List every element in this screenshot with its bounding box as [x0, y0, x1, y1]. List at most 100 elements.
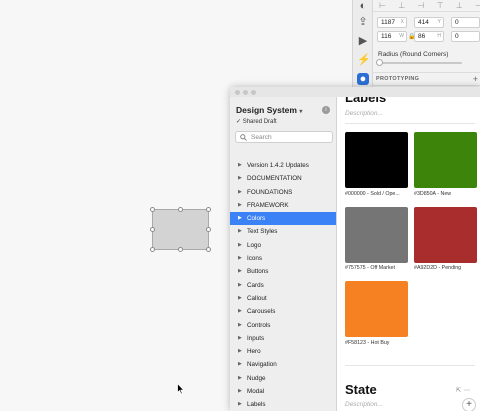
disclosure-triangle-icon[interactable]: ▶ — [238, 159, 242, 172]
sidebar-item[interactable]: ▶ Version 1.4.2 Updates — [230, 159, 336, 172]
color-swatch[interactable] — [345, 132, 408, 188]
sidebar-item[interactable]: ▶ Controls — [230, 319, 336, 332]
disclosure-triangle-icon[interactable]: ▶ — [238, 292, 242, 305]
search-box[interactable] — [235, 131, 333, 143]
swatch-label: #F58123 - Hot Buy — [345, 340, 390, 346]
sidebar-item[interactable]: ▶ Inputs — [230, 332, 336, 345]
disclosure-triangle-icon[interactable]: ▶ — [238, 372, 242, 385]
selected-rectangle[interactable] — [152, 209, 209, 250]
play-icon[interactable]: ▶ — [357, 35, 369, 47]
prototyping-section[interactable]: PROTOTYPING + — [372, 72, 480, 86]
labels-description[interactable]: Description... — [345, 110, 383, 117]
disclosure-triangle-icon[interactable]: ▶ — [238, 398, 242, 411]
sidebar-item-label: Navigation — [247, 361, 277, 369]
more-icon[interactable]: ⋯ — [464, 388, 473, 394]
add-icon[interactable]: + — [473, 74, 478, 84]
disclosure-triangle-icon[interactable]: ▶ — [238, 332, 242, 345]
mouse-cursor-icon — [177, 383, 185, 395]
disclosure-triangle-icon[interactable]: ▶ — [238, 225, 242, 238]
resize-handle[interactable] — [150, 227, 155, 232]
x-position-field[interactable]: 1187 X — [377, 17, 407, 28]
sidebar-item[interactable]: ▶ Hero — [230, 345, 336, 358]
disclosure-triangle-icon[interactable]: ▶ — [238, 265, 242, 278]
disclosure-triangle-icon[interactable]: ▶ — [238, 385, 242, 398]
close-window-button[interactable] — [235, 90, 240, 95]
sidebar-item[interactable]: ▶ Colors — [230, 212, 336, 226]
sidebar-item-label: FOUNDATIONS — [247, 188, 293, 196]
resize-handle[interactable] — [206, 227, 211, 232]
sidebar-item[interactable]: ▶ Icons — [230, 252, 336, 265]
library-window: Design System ▾ i ✓ Shared Draft ▶ Versio… — [230, 87, 480, 411]
resize-handle[interactable] — [206, 207, 211, 212]
rotation-value: 0 — [455, 19, 459, 26]
sidebar-item[interactable]: ▶ DOCUMENTATION — [230, 172, 336, 185]
sidebar-item-label: Labels — [247, 401, 266, 409]
add-button[interactable]: + — [462, 398, 476, 411]
sidebar-item[interactable]: ▶ Text Styles — [230, 225, 336, 238]
prototype-icon[interactable]: ● — [357, 73, 369, 85]
export-icon[interactable]: ⇪ — [357, 16, 369, 28]
resize-handle[interactable] — [178, 247, 183, 252]
color-swatch[interactable] — [345, 207, 408, 263]
page-list: ▶ Version 1.4.2 Updates ▶ DOCUMENTATION ▶ FOU… — [230, 159, 336, 411]
disclosure-triangle-icon[interactable]: ▶ — [238, 212, 242, 225]
sidebar-item-label: Version 1.4.2 Updates — [247, 162, 309, 169]
sidebar-item[interactable]: ▶ Callout — [230, 292, 336, 305]
search-input[interactable] — [251, 133, 329, 142]
height-field[interactable]: 86 H — [414, 31, 444, 42]
disclosure-triangle-icon[interactable]: ▶ — [238, 172, 242, 185]
width-value: 116 — [381, 33, 392, 40]
prototyping-label: PROTOTYPING — [376, 76, 420, 82]
disclosure-triangle-icon[interactable]: ▶ — [238, 239, 242, 252]
disclosure-triangle-icon[interactable]: ▶ — [238, 279, 242, 292]
swatch-label: #A92D2D - Pending — [414, 265, 462, 271]
sidebar-item[interactable]: ▶ Nudge — [230, 372, 336, 385]
resize-handle[interactable] — [150, 247, 155, 252]
color-swatch[interactable] — [414, 132, 477, 188]
plus-icon: + — [466, 399, 472, 410]
inspect-icon[interactable]: ◐ — [357, 0, 369, 12]
sidebar-item[interactable]: ▶ Logo — [230, 239, 336, 252]
draft-status: ✓ Shared Draft — [236, 118, 277, 125]
disclosure-triangle-icon[interactable]: ▶ — [238, 186, 242, 199]
flip-field[interactable]: 0 — [451, 31, 480, 42]
zoom-window-button[interactable] — [251, 90, 256, 95]
y-position-field[interactable]: 414 Y — [414, 17, 444, 28]
width-field[interactable]: 116 W — [377, 31, 407, 42]
open-icon[interactable]: ⇱ — [456, 388, 464, 394]
sidebar-item[interactable]: ▶ Navigation — [230, 358, 336, 371]
radius-slider[interactable] — [378, 62, 462, 64]
inspector-toolbar: ◐ ⇪ ▶ ⚡ ● — [353, 0, 373, 95]
sidebar-item-label: Nudge — [247, 374, 266, 382]
resize-handle[interactable] — [206, 247, 211, 252]
disclosure-triangle-icon[interactable]: ▶ — [238, 305, 242, 318]
info-icon[interactable]: i — [322, 106, 330, 114]
disclosure-triangle-icon[interactable]: ▶ — [238, 319, 242, 332]
sidebar-item[interactable]: ▶ Labels — [230, 398, 336, 411]
disclosure-triangle-icon[interactable]: ▶ — [238, 252, 242, 265]
sidebar-item[interactable]: ▶ Modal — [230, 385, 336, 398]
minimize-window-button[interactable] — [243, 90, 248, 95]
sidebar-item[interactable]: ▶ FRAMEWORK — [230, 199, 336, 212]
swatch-label: #000000 - Sold / Ope... — [345, 191, 400, 197]
disclosure-triangle-icon[interactable]: ▶ — [238, 358, 242, 371]
sidebar-item[interactable]: ▶ Cards — [230, 279, 336, 292]
sidebar-item[interactable]: ▶ Buttons — [230, 265, 336, 278]
rotation-field[interactable]: 0 — [451, 17, 480, 28]
color-swatch[interactable] — [414, 207, 477, 263]
lightning-icon[interactable]: ⚡ — [357, 54, 371, 66]
resize-handle[interactable] — [150, 207, 155, 212]
library-title-dropdown[interactable]: Design System ▾ — [236, 105, 302, 115]
sidebar-item-label: Modal — [247, 388, 265, 396]
sidebar-item[interactable]: ▶ FOUNDATIONS — [230, 186, 336, 199]
resize-handle[interactable] — [178, 207, 183, 212]
alignment-toolbar[interactable]: ⊢ ⊥ ⊣ ⊤ ⊥ ⊣ ≡ ⊥ — [373, 0, 480, 12]
sidebar-item-label: Cards — [247, 281, 264, 289]
sidebar-item[interactable]: ▶ Carousels — [230, 305, 336, 318]
disclosure-triangle-icon[interactable]: ▶ — [238, 345, 242, 358]
radius-slider-knob[interactable] — [376, 59, 383, 66]
sidebar-item-label: Buttons — [247, 268, 269, 276]
state-description[interactable]: Description... — [345, 401, 383, 408]
disclosure-triangle-icon[interactable]: ▶ — [238, 199, 242, 212]
color-swatch[interactable] — [345, 281, 408, 337]
